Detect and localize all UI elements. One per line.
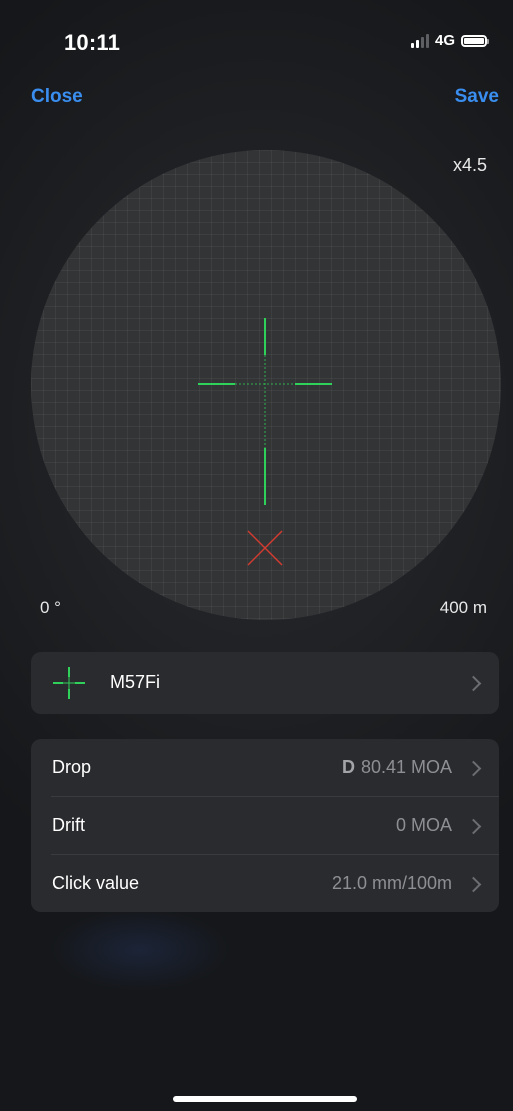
chevron-right-icon [465, 760, 482, 777]
save-button[interactable]: Save [455, 86, 499, 108]
status-bar: 10:11 4G [0, 0, 513, 80]
reticle-overlay [198, 318, 332, 566]
zoom-label: x4.5 [452, 155, 487, 175]
setting-row-click-value[interactable]: Click value 21.0 mm/100m [31, 855, 499, 912]
chevron-right-icon [465, 675, 482, 692]
status-time: 10:11 [64, 30, 121, 55]
setting-label: Drop [52, 757, 92, 777]
setting-row-drop[interactable]: Drop D 80.41 MOA [31, 739, 499, 796]
impact-marker-icon [247, 530, 283, 566]
setting-row-drift[interactable]: Drift 0 MOA [31, 797, 499, 854]
scope-view[interactable] [31, 150, 501, 620]
close-button[interactable]: Close [31, 86, 83, 108]
chevron-right-icon [465, 818, 482, 835]
distance-label: 400 m [439, 598, 487, 617]
navigation-bar: Close Save [0, 86, 513, 114]
status-indicators: 4G [410, 32, 489, 49]
network-type: 4G [434, 32, 455, 49]
signal-icon [410, 33, 429, 48]
reticle-fine-lines [235, 355, 295, 448]
ballistic-settings: Drop D 80.41 MOA Drift 0 MOA Click value … [31, 739, 499, 912]
angle-label: 0 ° [40, 598, 61, 617]
setting-label: Drift [52, 815, 85, 835]
reticle-thumbnail-icon [53, 667, 85, 699]
reticle-selector[interactable]: M57Fi [31, 652, 499, 714]
setting-value: 0 MOA [395, 815, 452, 835]
battery-icon [461, 34, 489, 47]
setting-label: Click value [52, 873, 140, 893]
reticle-name: M57Fi [110, 672, 161, 692]
setting-value: 21.0 mm/100m [331, 873, 452, 893]
home-indicator[interactable] [173, 1096, 357, 1102]
chevron-right-icon [465, 876, 482, 893]
drop-direction-badge: D [341, 757, 355, 777]
setting-value: D 80.41 MOA [341, 757, 452, 777]
